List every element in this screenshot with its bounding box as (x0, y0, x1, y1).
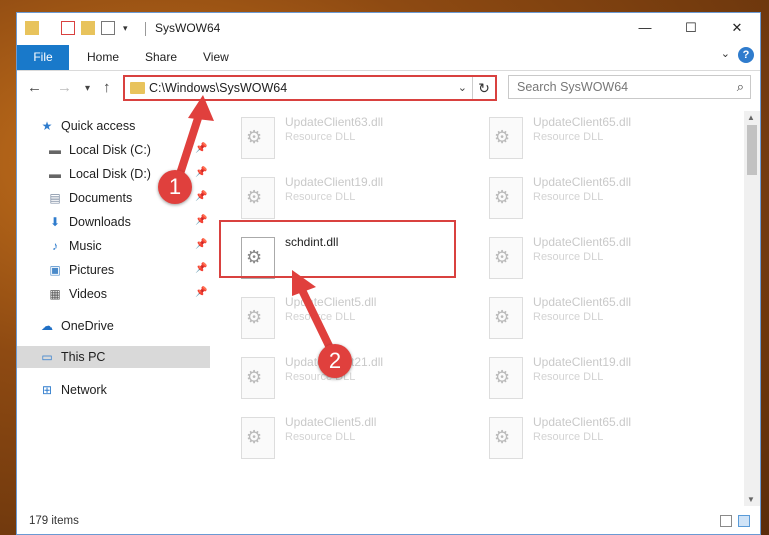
gear-icon: ⚙ (494, 247, 511, 267)
tab-view[interactable]: View (203, 45, 229, 70)
folder-icon (130, 82, 145, 94)
help-icon[interactable]: ? (738, 47, 754, 63)
scrollbar-thumb[interactable] (747, 125, 757, 175)
customize-toolbar-icon[interactable] (101, 21, 115, 35)
documents-icon: ▤ (49, 191, 61, 205)
gear-icon: ⚙ (246, 367, 263, 387)
computer-icon: ▭ (41, 350, 53, 364)
gear-icon: ⚙ (494, 427, 511, 447)
sidebar-item-local-disk-c[interactable]: ▬ Local Disk (C:) (47, 139, 151, 161)
forward-arrow-icon[interactable]: → (57, 79, 72, 96)
item-count: 179 items (29, 515, 79, 527)
large-icons-view-icon[interactable] (738, 515, 750, 527)
gear-icon: ⚙ (246, 187, 263, 207)
file-item[interactable]: ⚙ UpdateClient5.dll Resource DLL (237, 291, 457, 343)
up-arrow-icon[interactable]: ↑ (103, 79, 111, 96)
tab-home[interactable]: Home (87, 45, 119, 70)
scroll-up-icon[interactable]: ▲ (747, 113, 755, 122)
file-item[interactable]: ⚙ UpdateClient5.dll Resource DLL (237, 411, 457, 463)
drive-icon: ▬ (49, 143, 61, 157)
gear-icon: ⚙ (246, 307, 263, 327)
file-item[interactable]: ⚙ UpdateClient63.dll Resource DLL (237, 111, 457, 163)
sidebar-item-videos[interactable]: ▦ Videos (47, 283, 107, 305)
sidebar-item-local-disk-d[interactable]: ▬ Local Disk (D:) (47, 163, 151, 185)
pin-icon[interactable]: 📌 (195, 287, 207, 298)
gear-icon: ⚙ (246, 127, 263, 147)
sidebar-item-pictures[interactable]: ▣ Pictures (47, 259, 114, 281)
ribbon: File Home Share View ⌄ ? (17, 43, 760, 71)
file-item[interactable]: ⚙ UpdateClient65.dll Resource DLL (485, 111, 705, 163)
file-item[interactable]: ⚙ UpdateClient65.dll Resource DLL (485, 411, 705, 463)
sidebar-item-onedrive[interactable]: ☁ OneDrive (39, 315, 114, 337)
tab-share[interactable]: Share (145, 45, 177, 70)
file-item[interactable]: ⚙ UpdateClient65.dll Resource DLL (485, 291, 705, 343)
sidebar-item-music[interactable]: ♪ Music (47, 235, 102, 257)
properties-icon[interactable] (61, 21, 75, 35)
pin-icon[interactable]: 📌 (195, 239, 207, 250)
tab-file[interactable]: File (17, 45, 69, 70)
pin-icon[interactable]: 📌 (195, 263, 207, 274)
music-icon: ♪ (52, 239, 58, 253)
drive-icon: ▬ (49, 167, 61, 181)
sidebar-item-network[interactable]: ⊞ Network (39, 379, 107, 401)
network-icon: ⊞ (41, 383, 53, 397)
maximize-button[interactable]: ☐ (668, 13, 714, 43)
videos-icon: ▦ (49, 287, 61, 301)
address-bar[interactable]: C:\Windows\SysWOW64 ⌄ ↻ (123, 75, 497, 101)
pin-icon[interactable]: 📌 (195, 191, 207, 202)
file-highlight-box (219, 220, 456, 278)
pictures-icon: ▣ (49, 263, 61, 277)
recent-locations-icon[interactable]: ▾ (85, 83, 90, 94)
sidebar-item-quick-access[interactable]: ★ Quick access (39, 115, 136, 137)
file-list: ⚙ UpdateClient63.dll Resource DLL ⚙ Updat… (227, 111, 737, 511)
cloud-icon: ☁ (41, 319, 53, 333)
sidebar-item-documents[interactable]: ▤ Documents (47, 187, 132, 209)
downloads-icon: ⬇ (49, 215, 61, 229)
pin-icon[interactable]: 📌 (195, 215, 207, 226)
title-bar: ▾ SysWOW64 — ☐ ✕ (17, 13, 760, 43)
navigation-bar: ← → ▾ ↑ C:\Windows\SysWOW64 ⌄ ↻ Search S… (17, 71, 760, 105)
gear-icon: ⚙ (246, 427, 263, 447)
new-folder-icon[interactable] (81, 21, 95, 35)
chevron-down-icon[interactable]: ▾ (123, 21, 137, 35)
gear-icon: ⚙ (494, 367, 511, 387)
file-item[interactable]: ⚙ UpdateClient19.dll Resource DLL (485, 351, 705, 403)
search-input[interactable]: Search SysWOW64 ⌕ (508, 75, 751, 99)
pin-icon[interactable]: 📌 (195, 167, 207, 178)
gear-icon: ⚙ (494, 187, 511, 207)
status-bar: 179 items (17, 510, 760, 534)
back-arrow-icon[interactable]: ← (27, 79, 42, 96)
close-button[interactable]: ✕ (714, 13, 760, 43)
file-item[interactable]: ⚙ UpdateClient19.dll Resource DLL (237, 171, 457, 223)
scroll-down-icon[interactable]: ▼ (747, 495, 755, 504)
folder-icon (25, 21, 39, 35)
file-item[interactable]: ⚙ UpdateClient65.dll Resource DLL (485, 231, 705, 283)
chevron-down-icon[interactable]: ⌄ (458, 81, 467, 94)
gear-icon: ⚙ (494, 307, 511, 327)
refresh-icon[interactable]: ↻ (472, 77, 495, 99)
file-item[interactable]: ⚙ UpdateClient65.dll Resource DLL (485, 171, 705, 223)
vertical-scrollbar[interactable]: ▲ ▼ (744, 111, 760, 506)
sidebar-item-this-pc[interactable]: ▭ This PC (39, 346, 105, 368)
search-placeholder: Search SysWOW64 (517, 80, 629, 94)
minimize-button[interactable]: — (622, 13, 668, 43)
search-icon[interactable]: ⌕ (737, 79, 744, 95)
step-marker-2: 2 (318, 344, 352, 378)
star-icon: ★ (41, 119, 53, 133)
gear-icon: ⚙ (494, 127, 511, 147)
window-title: SysWOW64 (155, 21, 221, 35)
details-view-icon[interactable] (720, 515, 732, 527)
expand-ribbon-icon[interactable]: ⌄ (721, 47, 730, 60)
step-marker-1: 1 (158, 170, 192, 204)
title-separator (145, 22, 146, 36)
sidebar-item-downloads[interactable]: ⬇ Downloads (47, 211, 131, 233)
address-path[interactable]: C:\Windows\SysWOW64 (149, 81, 287, 95)
pin-icon[interactable]: 📌 (195, 143, 207, 154)
